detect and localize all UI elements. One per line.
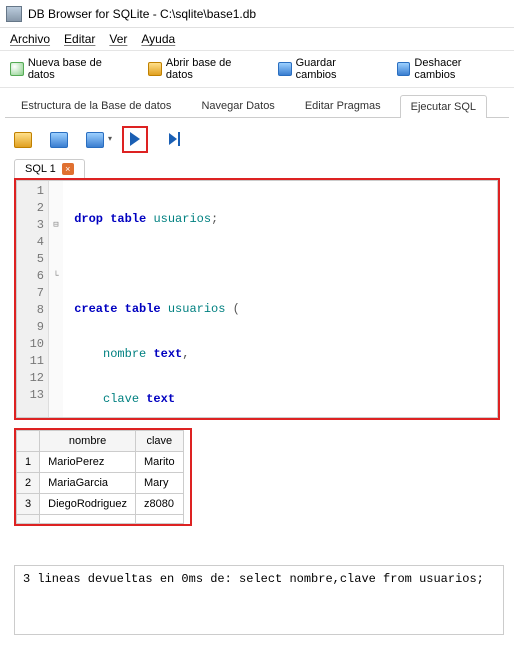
- line-num: 11: [17, 353, 44, 370]
- line-num: 8: [17, 302, 44, 319]
- fold-toggle-icon[interactable]: ⊟: [49, 217, 63, 234]
- line-num: 9: [17, 319, 44, 336]
- save-icon: [278, 62, 292, 76]
- cell-clave[interactable]: Marito: [136, 452, 184, 473]
- save-sql-icon[interactable]: [50, 132, 68, 148]
- sql-editor[interactable]: 1 2 3 4 5 6 7 8 9 10 11 12 13 ⊟└ drop ta…: [16, 180, 498, 418]
- new-database-button[interactable]: Nueva base de datos: [10, 57, 130, 81]
- save-changes-label: Guardar cambios: [296, 57, 379, 81]
- sql-code-area[interactable]: drop table usuarios; create table usuari…: [63, 181, 497, 417]
- row-num: 3: [17, 494, 40, 515]
- new-database-label: Nueva base de datos: [28, 57, 130, 81]
- menu-help[interactable]: Ayuda: [141, 32, 175, 46]
- sql-tab-1[interactable]: SQL 1 ×: [14, 159, 85, 178]
- menu-view[interactable]: Ver: [109, 32, 127, 46]
- sql-tabs-row: SQL 1 ×: [0, 157, 514, 178]
- cell-clave[interactable]: Mary: [136, 473, 184, 494]
- cell-nombre[interactable]: DiegoRodriguez: [40, 494, 136, 515]
- line-num: 4: [17, 234, 44, 251]
- open-database-icon: [148, 62, 162, 76]
- close-icon[interactable]: ×: [62, 163, 74, 175]
- run-sql-highlight: [122, 126, 148, 153]
- line-num: 3: [17, 217, 44, 234]
- table-row-empty: [17, 515, 184, 524]
- new-database-icon: [10, 62, 24, 76]
- open-database-label: Abrir base de datos: [166, 57, 260, 81]
- tab-execute-sql[interactable]: Ejecutar SQL: [400, 95, 487, 118]
- save-changes-button[interactable]: Guardar cambios: [278, 57, 379, 81]
- line-num: 2: [17, 200, 44, 217]
- line-num: 6: [17, 268, 44, 285]
- row-num: 2: [17, 473, 40, 494]
- results-table[interactable]: nombre clave 1 MarioPerez Marito 2 Maria…: [16, 430, 184, 524]
- run-sql-icon[interactable]: [126, 130, 144, 146]
- menubar: Archivo Editar Ver Ayuda: [0, 28, 514, 51]
- fold-end-icon: └: [49, 268, 63, 285]
- results-highlight: nombre clave 1 MarioPerez Marito 2 Maria…: [14, 428, 192, 526]
- cell-nombre[interactable]: MarioPerez: [40, 452, 136, 473]
- undo-changes-label: Deshacer cambios: [414, 57, 504, 81]
- cell-clave[interactable]: z8080: [136, 494, 184, 515]
- sql-editor-highlight: 1 2 3 4 5 6 7 8 9 10 11 12 13 ⊟└ drop ta…: [14, 178, 500, 420]
- line-num: 7: [17, 285, 44, 302]
- menu-file[interactable]: Archivo: [10, 32, 50, 46]
- line-num: 12: [17, 370, 44, 387]
- table-row[interactable]: 2 MariaGarcia Mary: [17, 473, 184, 494]
- line-num: 13: [17, 387, 44, 404]
- sql-toolbar: [0, 118, 514, 157]
- col-header-nombre[interactable]: nombre: [40, 431, 136, 452]
- window-title: DB Browser for SQLite - C:\sqlite\base1.…: [28, 7, 256, 21]
- tab-browse[interactable]: Navegar Datos: [190, 94, 285, 117]
- save-sql-as-icon[interactable]: [86, 132, 104, 148]
- line-num: 10: [17, 336, 44, 353]
- titlebar: DB Browser for SQLite - C:\sqlite\base1.…: [0, 0, 514, 28]
- line-gutter: 1 2 3 4 5 6 7 8 9 10 11 12 13: [17, 181, 49, 417]
- line-num: 5: [17, 251, 44, 268]
- tab-structure[interactable]: Estructura de la Base de datos: [10, 94, 182, 117]
- tab-pragmas[interactable]: Editar Pragmas: [294, 94, 392, 117]
- status-text: 3 lineas devueltas en 0ms de: select nom…: [23, 572, 484, 586]
- main-tabs: Estructura de la Base de datos Navegar D…: [0, 88, 514, 117]
- table-row[interactable]: 1 MarioPerez Marito: [17, 452, 184, 473]
- app-icon: [6, 6, 22, 22]
- undo-changes-button[interactable]: Deshacer cambios: [397, 57, 504, 81]
- cell-nombre[interactable]: MariaGarcia: [40, 473, 136, 494]
- open-database-button[interactable]: Abrir base de datos: [148, 57, 260, 81]
- run-current-line-icon[interactable]: [166, 132, 184, 148]
- line-num: 1: [17, 183, 44, 200]
- results-area: nombre clave 1 MarioPerez Marito 2 Maria…: [14, 428, 514, 529]
- menu-edit[interactable]: Editar: [64, 32, 95, 46]
- table-row[interactable]: 3 DiegoRodriguez z8080: [17, 494, 184, 515]
- row-num: 1: [17, 452, 40, 473]
- status-log[interactable]: 3 lineas devueltas en 0ms de: select nom…: [14, 565, 504, 635]
- row-header-blank: [17, 431, 40, 452]
- main-toolbar: Nueva base de datos Abrir base de datos …: [0, 51, 514, 88]
- open-sql-icon[interactable]: [14, 132, 32, 148]
- col-header-clave[interactable]: clave: [136, 431, 184, 452]
- fold-gutter: ⊟└: [49, 181, 63, 417]
- sql-tab-label: SQL 1: [25, 163, 56, 175]
- undo-icon: [397, 62, 411, 76]
